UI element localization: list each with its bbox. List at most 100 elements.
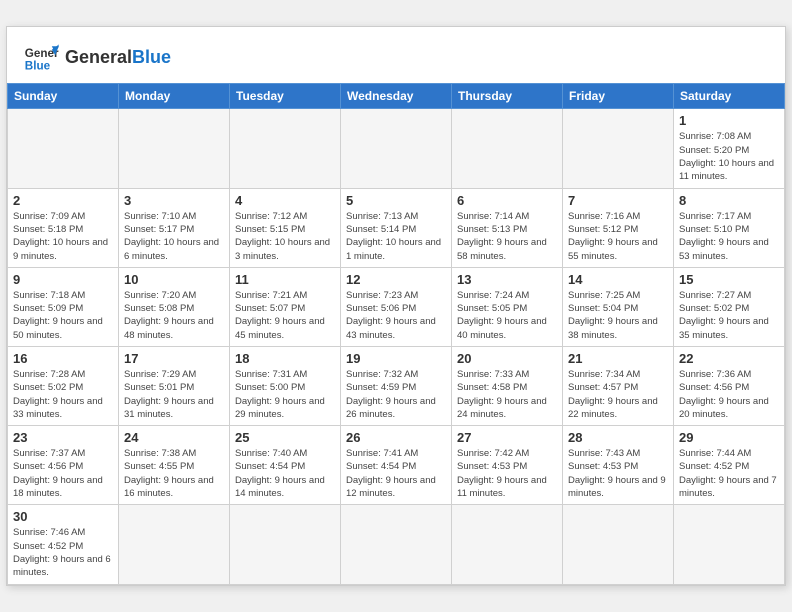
day-cell: 15 Sunrise: 7:27 AMSunset: 5:02 PMDayligh… bbox=[674, 267, 785, 346]
day-info: Sunrise: 7:14 AMSunset: 5:13 PMDaylight:… bbox=[457, 210, 557, 263]
day-info: Sunrise: 7:12 AMSunset: 5:15 PMDaylight:… bbox=[235, 210, 335, 263]
week-row-3: 16Sunrise: 7:28 AMSunset: 5:02 PMDayligh… bbox=[8, 347, 785, 426]
day-number: 18 bbox=[235, 351, 335, 366]
day-cell: 5 Sunrise: 7:13 AMSunset: 5:14 PMDaylight… bbox=[341, 188, 452, 267]
week-row-0: 1 Sunrise: 7:08 AMSunset: 5:20 PMDaylight… bbox=[8, 109, 785, 188]
day-cell bbox=[563, 109, 674, 188]
day-cell: 8 Sunrise: 7:17 AMSunset: 5:10 PMDaylight… bbox=[674, 188, 785, 267]
svg-text:Blue: Blue bbox=[25, 60, 51, 73]
day-info: Sunrise: 7:33 AMSunset: 4:58 PMDaylight:… bbox=[457, 368, 557, 421]
day-cell: 23 Sunrise: 7:37 AMSunset: 4:56 PMDayligh… bbox=[8, 426, 119, 505]
day-number: 3 bbox=[124, 193, 224, 208]
day-number: 26 bbox=[346, 430, 446, 445]
day-info: Sunrise: 7:24 AMSunset: 5:05 PMDaylight:… bbox=[457, 289, 557, 342]
day-cell bbox=[674, 505, 785, 584]
day-cell bbox=[230, 505, 341, 584]
day-cell bbox=[8, 109, 119, 188]
day-info: Sunrise: 7:28 AMSunset: 5:02 PMDaylight:… bbox=[13, 368, 113, 421]
day-number: 29 bbox=[679, 430, 779, 445]
header-monday: Monday bbox=[119, 84, 230, 109]
logo: General Blue GeneralBlue bbox=[23, 39, 171, 75]
day-number: 15 bbox=[679, 272, 779, 287]
day-cell bbox=[119, 505, 230, 584]
day-cell: 17 Sunrise: 7:29 AMSunset: 5:01 PMDayligh… bbox=[119, 347, 230, 426]
day-number: 4 bbox=[235, 193, 335, 208]
header-friday: Friday bbox=[563, 84, 674, 109]
week-row-2: 9Sunrise: 7:18 AMSunset: 5:09 PMDaylight… bbox=[8, 267, 785, 346]
day-cell bbox=[563, 505, 674, 584]
day-cell: 6 Sunrise: 7:14 AMSunset: 5:13 PMDaylight… bbox=[452, 188, 563, 267]
calendar-container: General Blue GeneralBlue Sunday Monday T… bbox=[6, 26, 786, 585]
day-cell: 24Sunrise: 7:38 AMSunset: 4:55 PMDayligh… bbox=[119, 426, 230, 505]
day-cell: 30 Sunrise: 7:46 AMSunset: 4:52 PMDayligh… bbox=[8, 505, 119, 584]
day-number: 17 bbox=[124, 351, 224, 366]
day-number: 12 bbox=[346, 272, 446, 287]
day-cell: 25 Sunrise: 7:40 AMSunset: 4:54 PMDayligh… bbox=[230, 426, 341, 505]
day-info: Sunrise: 7:09 AMSunset: 5:18 PMDaylight:… bbox=[13, 210, 113, 263]
day-info: Sunrise: 7:31 AMSunset: 5:00 PMDaylight:… bbox=[235, 368, 335, 421]
day-info: Sunrise: 7:32 AMSunset: 4:59 PMDaylight:… bbox=[346, 368, 446, 421]
header-sunday: Sunday bbox=[8, 84, 119, 109]
logo-text: GeneralBlue bbox=[65, 48, 171, 68]
day-cell bbox=[119, 109, 230, 188]
day-cell bbox=[452, 109, 563, 188]
day-info: Sunrise: 7:21 AMSunset: 5:07 PMDaylight:… bbox=[235, 289, 335, 342]
day-info: Sunrise: 7:44 AMSunset: 4:52 PMDaylight:… bbox=[679, 447, 779, 500]
header-thursday: Thursday bbox=[452, 84, 563, 109]
header-saturday: Saturday bbox=[674, 84, 785, 109]
day-number: 9 bbox=[13, 272, 113, 287]
day-info: Sunrise: 7:46 AMSunset: 4:52 PMDaylight:… bbox=[13, 526, 113, 579]
day-number: 7 bbox=[568, 193, 668, 208]
day-number: 10 bbox=[124, 272, 224, 287]
day-info: Sunrise: 7:10 AMSunset: 5:17 PMDaylight:… bbox=[124, 210, 224, 263]
day-info: Sunrise: 7:40 AMSunset: 4:54 PMDaylight:… bbox=[235, 447, 335, 500]
day-number: 30 bbox=[13, 509, 113, 524]
day-cell: 2 Sunrise: 7:09 AMSunset: 5:18 PMDaylight… bbox=[8, 188, 119, 267]
logo-icon: General Blue bbox=[23, 39, 59, 75]
weekday-header-row: Sunday Monday Tuesday Wednesday Thursday… bbox=[8, 84, 785, 109]
day-cell: 27Sunrise: 7:42 AMSunset: 4:53 PMDayligh… bbox=[452, 426, 563, 505]
day-number: 2 bbox=[13, 193, 113, 208]
day-info: Sunrise: 7:29 AMSunset: 5:01 PMDaylight:… bbox=[124, 368, 224, 421]
header-wednesday: Wednesday bbox=[341, 84, 452, 109]
day-cell bbox=[341, 109, 452, 188]
day-number: 14 bbox=[568, 272, 668, 287]
day-cell: 21Sunrise: 7:34 AMSunset: 4:57 PMDayligh… bbox=[563, 347, 674, 426]
day-cell bbox=[341, 505, 452, 584]
day-cell bbox=[230, 109, 341, 188]
day-number: 8 bbox=[679, 193, 779, 208]
day-info: Sunrise: 7:37 AMSunset: 4:56 PMDaylight:… bbox=[13, 447, 113, 500]
day-cell: 18 Sunrise: 7:31 AMSunset: 5:00 PMDayligh… bbox=[230, 347, 341, 426]
day-info: Sunrise: 7:23 AMSunset: 5:06 PMDaylight:… bbox=[346, 289, 446, 342]
day-cell: 28 Sunrise: 7:43 AMSunset: 4:53 PMDayligh… bbox=[563, 426, 674, 505]
day-number: 6 bbox=[457, 193, 557, 208]
day-cell: 9Sunrise: 7:18 AMSunset: 5:09 PMDaylight… bbox=[8, 267, 119, 346]
day-number: 21 bbox=[568, 351, 668, 366]
day-number: 23 bbox=[13, 430, 113, 445]
day-cell: 14 Sunrise: 7:25 AMSunset: 5:04 PMDayligh… bbox=[563, 267, 674, 346]
day-number: 25 bbox=[235, 430, 335, 445]
day-cell: 10Sunrise: 7:20 AMSunset: 5:08 PMDayligh… bbox=[119, 267, 230, 346]
day-info: Sunrise: 7:16 AMSunset: 5:12 PMDaylight:… bbox=[568, 210, 668, 263]
day-info: Sunrise: 7:43 AMSunset: 4:53 PMDaylight:… bbox=[568, 447, 668, 500]
day-cell: 13Sunrise: 7:24 AMSunset: 5:05 PMDayligh… bbox=[452, 267, 563, 346]
day-number: 5 bbox=[346, 193, 446, 208]
day-number: 27 bbox=[457, 430, 557, 445]
day-number: 1 bbox=[679, 113, 779, 128]
day-cell: 1 Sunrise: 7:08 AMSunset: 5:20 PMDaylight… bbox=[674, 109, 785, 188]
day-cell: 16Sunrise: 7:28 AMSunset: 5:02 PMDayligh… bbox=[8, 347, 119, 426]
day-info: Sunrise: 7:17 AMSunset: 5:10 PMDaylight:… bbox=[679, 210, 779, 263]
day-number: 28 bbox=[568, 430, 668, 445]
day-cell: 4 Sunrise: 7:12 AMSunset: 5:15 PMDaylight… bbox=[230, 188, 341, 267]
week-row-1: 2 Sunrise: 7:09 AMSunset: 5:18 PMDaylight… bbox=[8, 188, 785, 267]
header-tuesday: Tuesday bbox=[230, 84, 341, 109]
day-info: Sunrise: 7:27 AMSunset: 5:02 PMDaylight:… bbox=[679, 289, 779, 342]
day-cell: 3 Sunrise: 7:10 AMSunset: 5:17 PMDaylight… bbox=[119, 188, 230, 267]
day-info: Sunrise: 7:08 AMSunset: 5:20 PMDaylight:… bbox=[679, 130, 779, 183]
day-cell: 29 Sunrise: 7:44 AMSunset: 4:52 PMDayligh… bbox=[674, 426, 785, 505]
day-info: Sunrise: 7:13 AMSunset: 5:14 PMDaylight:… bbox=[346, 210, 446, 263]
day-cell: 12 Sunrise: 7:23 AMSunset: 5:06 PMDayligh… bbox=[341, 267, 452, 346]
day-info: Sunrise: 7:25 AMSunset: 5:04 PMDaylight:… bbox=[568, 289, 668, 342]
day-cell: 19Sunrise: 7:32 AMSunset: 4:59 PMDayligh… bbox=[341, 347, 452, 426]
week-row-4: 23 Sunrise: 7:37 AMSunset: 4:56 PMDayligh… bbox=[8, 426, 785, 505]
